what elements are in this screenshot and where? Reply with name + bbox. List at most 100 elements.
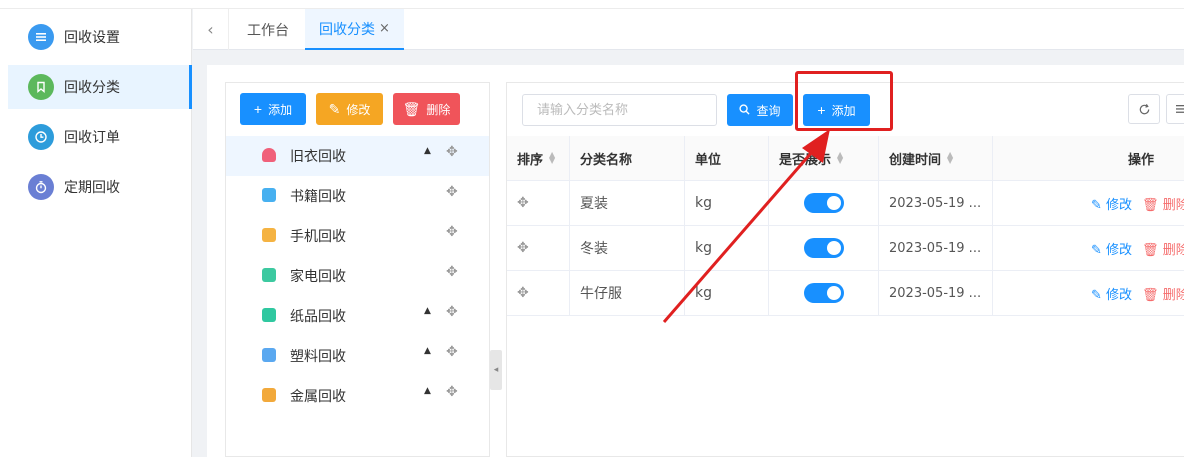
table-cell-name: 冬装 [570,226,685,271]
tree-item-label: 纸品回收 [290,309,346,325]
query-button[interactable]: 查询 [727,94,793,126]
column-header-name: 分类名称 [570,136,685,181]
trash-icon: 🗑 [402,100,421,117]
caret-up-icon[interactable]: ▲ [424,146,431,156]
column-header-created[interactable]: 创建时间 ▲ ▼ [879,136,993,181]
row-delete-link[interactable]: 🗑 删除 [1142,239,1184,258]
table-cell-created: 2023-05-19 ... [879,271,993,316]
table-cell-unit: kg [685,226,769,271]
sort-icon[interactable]: ▲ ▼ [549,151,555,165]
table-cell-name: 牛仔服 [570,271,685,316]
move-icon[interactable]: ✥ [446,224,458,240]
table-cell-actions: ✎ 修改 🗑 删除 [993,181,1184,226]
tree-item-label: 塑料回收 [290,349,346,365]
move-icon[interactable]: ✥ [446,304,458,320]
row-edit-link[interactable]: ✎ 修改 [1091,284,1132,303]
drag-handle-icon[interactable]: ✥ [507,181,570,226]
tree-item-label: 手机回收 [290,229,346,245]
display-toggle[interactable] [804,283,844,303]
sort-icon[interactable]: ▲ ▼ [947,151,953,165]
edit-icon: ✎ [328,100,341,117]
category-search-input[interactable] [522,94,717,126]
link-label: 删除 [1162,242,1184,258]
sidebar-item-label: 回收订单 [64,130,120,146]
row-delete-link[interactable]: 🗑 删除 [1142,284,1184,303]
link-label: 删除 [1162,197,1184,213]
bookmark-icon [28,74,54,100]
tree-delete-button[interactable]: 🗑 删除 [393,93,460,125]
tree-add-button[interactable]: + 添加 [240,93,306,125]
caret-up-icon[interactable]: ▲ [424,346,431,356]
table-cell-actions: ✎ 修改 🗑 删除 [993,226,1184,271]
tree-item-label: 金属回收 [290,389,346,405]
tree-item[interactable]: 纸品回收 ▲ ✥ [226,296,489,336]
close-icon[interactable]: × [379,21,390,36]
paper-icon [262,308,276,322]
column-header-display[interactable]: 是否展示 ▲ ▼ [769,136,879,181]
tree-item[interactable]: 家电回收 ✥ [226,256,489,296]
tree-item[interactable]: 金属回收 ▲ ✥ [226,376,489,416]
header-label: 创建时间 [889,152,942,168]
metal-icon [262,388,276,402]
sidebar-item-label: 回收分类 [64,80,120,96]
tree-item[interactable]: 旧衣回收 ▲ ✥ [226,136,489,176]
tree-item[interactable]: 塑料回收 ▲ ✥ [226,336,489,376]
sidebar-item-recycle-category[interactable]: 回收分类 [8,65,192,109]
table-cell-unit: kg [685,271,769,316]
tree-item[interactable]: 书籍回收 ✥ [226,176,489,216]
move-icon[interactable]: ✥ [446,144,458,160]
list-icon [28,24,54,50]
column-header-unit: 单位 [685,136,769,181]
tab-workbench[interactable]: 工作台 [233,9,303,50]
display-toggle[interactable] [804,193,844,213]
appliance-icon [262,268,276,282]
row-delete-link[interactable]: 🗑 删除 [1142,194,1184,213]
drag-handle-icon[interactable]: ✥ [507,271,570,316]
refresh-icon[interactable] [1128,94,1160,124]
phone-icon [262,228,276,242]
sidebar-item-label: 回收设置 [64,30,120,46]
sidebar-item-recycle-orders[interactable]: 回收订单 [8,115,192,159]
category-tree-panel: + 添加 ✎ 修改 🗑 删除 旧衣回收 ▲ ✥ 书籍回收 ✥ 手机回收 ✥ 家电… [225,82,490,457]
header-label: 分类名称 [580,152,633,168]
drag-handle-icon[interactable]: ✥ [507,226,570,271]
move-icon[interactable]: ✥ [446,264,458,280]
tree-item[interactable]: 手机回收 ✥ [226,216,489,256]
sort-icon[interactable]: ▲ ▼ [837,151,843,165]
tab-recycle-category[interactable]: 回收分类 × [305,9,404,50]
table-add-button[interactable]: + 添加 [803,94,870,126]
plus-icon: + [253,101,263,117]
display-toggle[interactable] [804,238,844,258]
column-header-sort[interactable]: 排序 ▲ ▼ [507,136,570,181]
header-label: 是否展示 [779,152,832,168]
caret-up-icon[interactable]: ▲ [424,306,431,316]
move-icon[interactable]: ✥ [446,384,458,400]
tree-edit-button[interactable]: ✎ 修改 [316,93,383,125]
sidebar-item-recycle-settings[interactable]: 回收设置 [8,15,192,59]
link-label: 删除 [1162,287,1184,303]
search-icon [739,102,751,118]
move-icon[interactable]: ✥ [446,344,458,360]
sidebar-item-scheduled-recycle[interactable]: 定期回收 [8,165,192,209]
button-label: 修改 [346,102,371,117]
plus-icon: + [817,102,826,118]
tab-label: 回收分类 [319,21,375,38]
app-root: 回收设置 回收分类 回收订单 定期回收 ‹ 工作台 回收分类 × + 添加 ✎ … [0,0,1184,457]
tab-label: 工作台 [247,22,289,39]
move-icon[interactable]: ✥ [446,184,458,200]
column-settings-icon[interactable] [1166,94,1184,124]
chevron-left-icon[interactable]: ‹ [193,9,229,50]
table-cell-display [769,271,879,316]
header-label: 单位 [695,152,722,168]
row-edit-link[interactable]: ✎ 修改 [1091,194,1132,213]
tree-item-label: 旧衣回收 [290,149,346,165]
button-label: 查询 [756,103,781,118]
header-label: 操作 [1127,152,1154,168]
panel-collapse-handle[interactable]: ◂ [490,350,502,390]
tree-item-label: 家电回收 [290,269,346,285]
caret-up-icon[interactable]: ▲ [424,386,431,396]
row-edit-link[interactable]: ✎ 修改 [1091,239,1132,258]
link-label: 修改 [1106,197,1133,213]
plastic-icon [262,348,276,362]
clock-icon [28,124,54,150]
